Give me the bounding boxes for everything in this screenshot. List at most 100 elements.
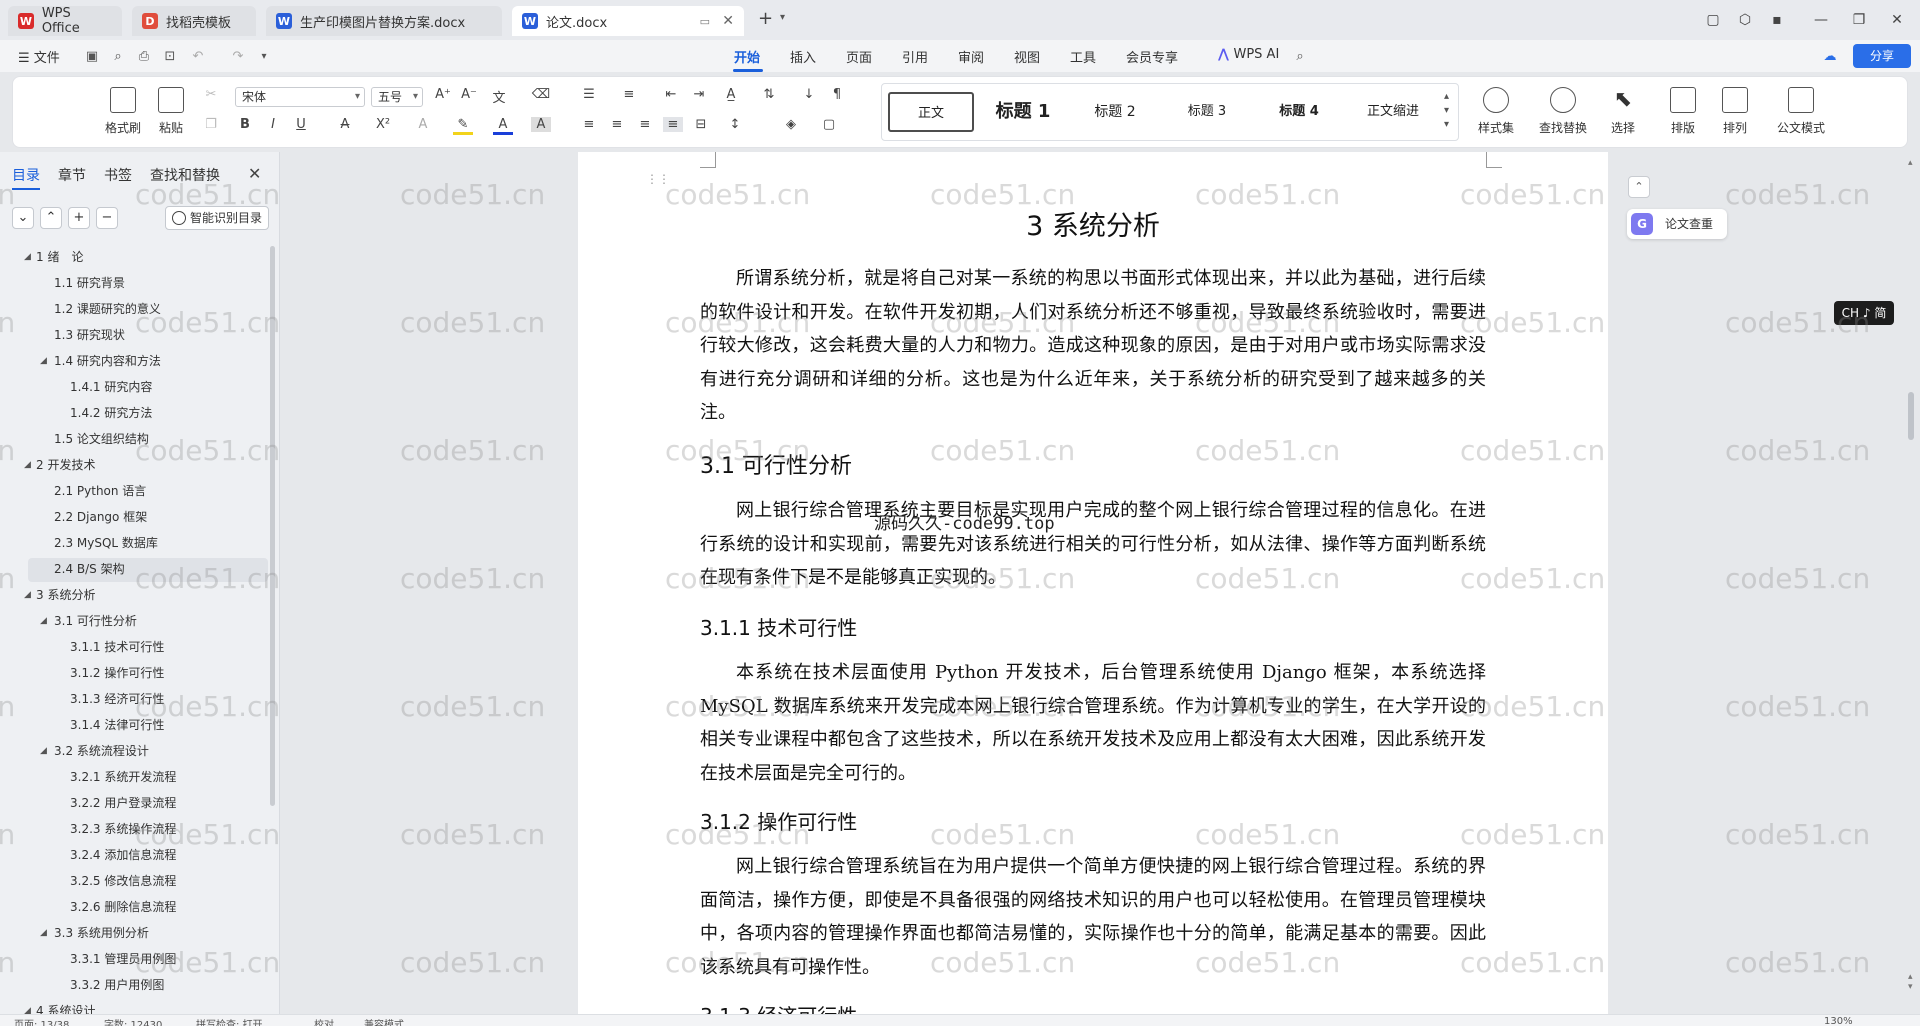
- style-heading-3[interactable]: 标题 3: [1164, 92, 1250, 132]
- cut-icon[interactable]: ✂: [201, 87, 221, 102]
- style-heading-1[interactable]: 标题 1: [980, 92, 1066, 132]
- align-center-icon[interactable]: ≡: [607, 117, 627, 132]
- decrease-indent-icon[interactable]: ⇤: [661, 87, 681, 102]
- file-menu[interactable]: ☰ 文件: [18, 47, 60, 66]
- toc-item[interactable]: 3.2.5 修改信息流程: [70, 870, 176, 892]
- toc-item[interactable]: 3.1 可行性分析: [54, 610, 137, 632]
- wps-ai-button[interactable]: ⋀ WPS AI: [1218, 47, 1279, 62]
- toc-item[interactable]: 2.3 MySQL 数据库: [54, 532, 158, 554]
- menu-tab-insert[interactable]: 插入: [790, 47, 816, 66]
- char-shading-icon[interactable]: A: [531, 117, 551, 132]
- document-page[interactable]: ⋮⋮ 3 系统分析 所谓系统分析，就是将自己对某一系统的构思以书面形式体现出来，…: [578, 152, 1608, 1026]
- border-icon[interactable]: ▢: [819, 117, 839, 132]
- drag-handle-icon[interactable]: ⋮⋮: [646, 172, 670, 186]
- text-effect-icon[interactable]: A: [413, 117, 433, 132]
- toc-item[interactable]: 3.2.2 用户登录流程: [70, 792, 176, 814]
- toc-item[interactable]: 1.3 研究现状: [54, 324, 125, 346]
- page-count[interactable]: 页面: 13/38: [14, 1016, 69, 1026]
- underline-icon[interactable]: U: [291, 117, 311, 132]
- toc-item[interactable]: 3.1.3 经济可行性: [70, 688, 164, 710]
- nav-tab-find-replace[interactable]: 查找和替换: [150, 165, 220, 185]
- toc-expand-icon[interactable]: ◢: [24, 454, 31, 476]
- menu-tab-tools[interactable]: 工具: [1070, 47, 1096, 66]
- toc-item[interactable]: 3.1.4 法律可行性: [70, 714, 164, 736]
- cloud-upload-icon[interactable]: ☁: [1822, 49, 1838, 65]
- find-replace-button[interactable]: 查找替换: [1533, 87, 1593, 136]
- menu-tab-view[interactable]: 视图: [1014, 47, 1040, 66]
- format-painter-button[interactable]: 格式刷: [101, 87, 145, 136]
- style-heading-4[interactable]: 标题 4: [1256, 92, 1342, 132]
- font-name-select[interactable]: 宋体 ▾: [235, 87, 365, 107]
- toc-item[interactable]: 3.2.6 删除信息流程: [70, 896, 176, 918]
- toc-item[interactable]: 3.1.2 操作可行性: [70, 662, 164, 684]
- spell-check-status[interactable]: 拼写检查: 打开: [196, 1016, 263, 1026]
- select-button[interactable]: ⬉ 选择: [1601, 87, 1645, 136]
- sort-icon[interactable]: ⇅: [759, 87, 779, 102]
- toc-item[interactable]: 1.5 论文组织结构: [54, 428, 149, 450]
- shading-icon[interactable]: ◈: [781, 117, 801, 132]
- tab-thesis-doc[interactable]: W 论文.docx ▭ ✕: [512, 6, 744, 36]
- style-scroll-arrows[interactable]: ▴ ▾ ▾: [1444, 90, 1449, 132]
- document-scrollbar[interactable]: [1908, 392, 1914, 440]
- collapse-all-icon[interactable]: ⌄: [12, 207, 34, 229]
- style-set-button[interactable]: 样式集: [1471, 87, 1521, 136]
- print-preview-icon[interactable]: ⊡: [162, 49, 178, 65]
- menu-tab-reference[interactable]: 引用: [902, 47, 928, 66]
- toc-item[interactable]: 3.3 系统用例分析: [54, 922, 149, 944]
- bold-icon[interactable]: B: [235, 117, 255, 132]
- close-icon[interactable]: ✕: [248, 164, 261, 183]
- numbered-list-icon[interactable]: ≡: [619, 87, 639, 102]
- style-heading-2[interactable]: 标题 2: [1072, 92, 1158, 132]
- tab-view-icon[interactable]: ▭: [700, 15, 710, 28]
- toc-expand-icon[interactable]: ◢: [40, 922, 47, 944]
- toc-expand-icon[interactable]: ◢: [24, 246, 31, 268]
- tab-wps-office[interactable]: W WPS Office: [8, 6, 122, 36]
- plagiarism-check-button[interactable]: G 论文查重: [1627, 209, 1727, 239]
- smart-toc-button[interactable]: 智能识别目录: [165, 206, 269, 230]
- add-heading-icon[interactable]: +: [68, 207, 90, 229]
- nav-tab-bookmarks[interactable]: 书签: [104, 165, 132, 185]
- search-icon[interactable]: ⌕: [1292, 49, 1308, 65]
- superscript-icon[interactable]: X²: [373, 117, 393, 132]
- expand-up-icon[interactable]: ⌃: [40, 207, 62, 229]
- restore-icon[interactable]: ❐: [1846, 8, 1872, 32]
- style-normal[interactable]: 正文: [888, 92, 974, 132]
- strikethrough-icon[interactable]: A: [335, 117, 355, 132]
- toc-item[interactable]: 3.2.1 系统开发流程: [70, 766, 176, 788]
- bullet-list-icon[interactable]: ☰: [579, 87, 599, 102]
- share-button[interactable]: 分享: [1853, 44, 1911, 68]
- toc-expand-icon[interactable]: ◢: [40, 350, 47, 372]
- toc-item[interactable]: 1.4.2 研究方法: [70, 402, 152, 424]
- save-icon[interactable]: ▣: [84, 49, 100, 65]
- font-shrink-icon[interactable]: A⁻: [459, 87, 479, 102]
- toc-item[interactable]: 3 系统分析: [36, 584, 95, 606]
- toc-item[interactable]: 2 开发技术: [36, 454, 95, 476]
- distribute-icon[interactable]: ⊟: [691, 117, 711, 132]
- toc-item[interactable]: 3.2.4 添加信息流程: [70, 844, 176, 866]
- menu-tab-page[interactable]: 页面: [846, 47, 872, 66]
- scroll-up-icon[interactable]: ▴: [1908, 158, 1913, 168]
- toc-expand-icon[interactable]: ◢: [24, 584, 31, 606]
- style-body-indent[interactable]: 正文缩进: [1348, 92, 1438, 132]
- clear-format-icon[interactable]: ⌫: [531, 87, 551, 102]
- font-grow-icon[interactable]: A⁺: [433, 87, 453, 102]
- window-layout-icon[interactable]: ▢: [1700, 8, 1726, 32]
- layout-button[interactable]: 排版: [1661, 87, 1705, 136]
- remove-heading-icon[interactable]: −: [96, 207, 118, 229]
- paste-button[interactable]: 粘贴: [149, 87, 193, 136]
- menu-tab-member[interactable]: 会员专享: [1126, 47, 1178, 66]
- toc-item[interactable]: 1.1 研究背景: [54, 272, 125, 294]
- sort-az-icon[interactable]: ↓: [799, 87, 819, 102]
- show-marks-icon[interactable]: ¶: [827, 87, 847, 102]
- word-count[interactable]: 字数: 12430: [104, 1016, 162, 1026]
- text-direction-icon[interactable]: A̲: [721, 87, 741, 102]
- align-left-icon[interactable]: ≡: [579, 117, 599, 132]
- close-icon[interactable]: ✕: [722, 13, 734, 29]
- avatar[interactable]: ▪: [1764, 8, 1790, 32]
- official-mode-button[interactable]: 公文模式: [1773, 87, 1829, 136]
- menu-tab-review[interactable]: 审阅: [958, 47, 984, 66]
- toc-item[interactable]: 2.4 B/S 架构: [54, 558, 125, 580]
- toc-expand-icon[interactable]: ◢: [40, 610, 47, 632]
- redo-icon[interactable]: ↷: [230, 49, 246, 65]
- toc-item[interactable]: 3.2.3 系统操作流程: [70, 818, 176, 840]
